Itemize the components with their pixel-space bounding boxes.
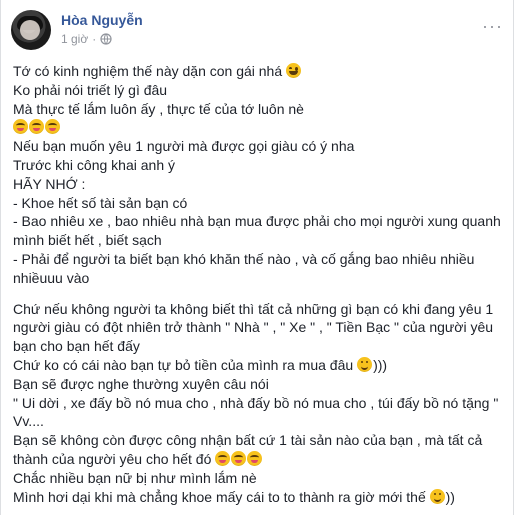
post-line: Trước khi công khai anh ý <box>13 156 175 173</box>
more-options-icon[interactable]: ··· <box>482 16 503 37</box>
post-line: Vv.... <box>13 413 44 430</box>
post-line: bạn cho bạn hết đấy <box>13 338 140 355</box>
post-line: thành của người yêu cho hết đó <box>13 450 503 469</box>
smiling-emoji-icon <box>357 356 373 372</box>
post-line: Mà thực tế lắm luôn ấy , thực tế của tớ … <box>13 100 304 117</box>
post-line: Tớ có kinh nghiệm thế này dặn con gái nh… <box>13 62 503 81</box>
facebook-post: Hòa Nguyễn 1 giờ · ··· Tớ có kinh nghiệm… <box>0 0 514 515</box>
meta-separator: · <box>92 32 97 46</box>
author-name[interactable]: Hòa Nguyễn <box>61 12 143 28</box>
post-line: HÃY NHỚ : <box>13 175 86 192</box>
post-time[interactable]: 1 giờ <box>61 32 88 46</box>
globe-icon <box>100 33 112 45</box>
post-line: Chứ nếu không người ta không biết thì tấ… <box>13 300 494 317</box>
tongue-out-emoji-icon <box>13 119 28 135</box>
post-line: - Bao nhiêu xe , bao nhiêu nhà bạn mua đ… <box>13 213 501 230</box>
post-line: Bạn sẽ được nghe thường xuyên câu nói <box>13 375 269 392</box>
post-line: Ko phải nói triết lý gì đâu <box>13 81 168 98</box>
post-header: Hòa Nguyễn 1 giờ · ··· <box>11 10 505 56</box>
tongue-out-emoji-icon <box>29 119 44 135</box>
smiling-emoji-icon <box>429 488 445 504</box>
post-line: Chắc nhiều bạn nữ bị như mình lắm nè <box>13 469 257 486</box>
post-line: Bạn sẽ không còn được công nhận bất cứ 1… <box>13 432 483 449</box>
post-line: Chứ ko có cái nào bạn tự bỏ tiền của mìn… <box>13 356 388 373</box>
post-line: nhiềuuu vào <box>13 269 90 286</box>
emoji-line <box>13 118 503 137</box>
avatar-face-shape <box>20 20 40 40</box>
post-meta: 1 giờ · <box>61 32 112 46</box>
post-line: mình biết hết , biết sạch <box>13 232 162 249</box>
post-line: Mình hơi dại khi mà chẳng khoe mấy cái t… <box>13 488 455 505</box>
post-line: " Ui dời , xe đấy bồ nó mua cho , nhà đấ… <box>13 394 499 411</box>
tongue-out-emoji-icon <box>215 450 231 466</box>
tongue-out-emoji-icon <box>247 450 263 466</box>
author-avatar[interactable] <box>11 10 51 50</box>
post-line: - Khoe hết số tài sản bạn có <box>13 194 188 211</box>
tongue-out-emoji-icon <box>231 450 247 466</box>
post-line: người giàu có đột nhiên trở thành " Nhà … <box>13 319 494 336</box>
tongue-out-emoji-icon <box>45 119 60 135</box>
post-line: Nếu bạn muốn yêu 1 người mà được gọi già… <box>13 138 355 155</box>
post-body: Tớ có kinh nghiệm thế này dặn con gái nh… <box>13 62 503 506</box>
laughing-emoji-icon <box>286 63 302 78</box>
post-line: - Phải để người ta biết bạn khó khăn thế… <box>13 250 475 267</box>
